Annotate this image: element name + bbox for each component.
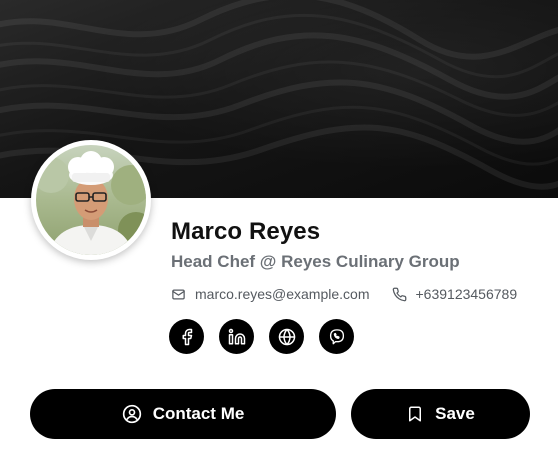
phone-text: +639123456789 bbox=[415, 286, 518, 302]
avatar-photo bbox=[36, 145, 146, 255]
user-circle-icon bbox=[122, 404, 141, 424]
viber-icon bbox=[329, 328, 344, 344]
contact-info: marco.reyes@example.com +639123456789 bbox=[171, 286, 517, 302]
email-item[interactable]: marco.reyes@example.com bbox=[171, 286, 370, 302]
profile-card: Marco Reyes Head Chef @ Reyes Culinary G… bbox=[0, 0, 558, 455]
avatar bbox=[31, 140, 151, 260]
contact-me-label: Contact Me bbox=[152, 404, 245, 423]
website-button[interactable] bbox=[269, 319, 304, 354]
contact-me-button[interactable]: Contact Me bbox=[30, 389, 336, 439]
phone-icon bbox=[392, 287, 406, 301]
phone-item[interactable]: +639123456789 bbox=[392, 286, 518, 302]
linkedin-icon bbox=[228, 328, 245, 344]
social-links bbox=[169, 319, 369, 354]
email-text: marco.reyes@example.com bbox=[195, 286, 370, 302]
facebook-button[interactable] bbox=[169, 319, 204, 354]
facebook-icon bbox=[182, 328, 192, 345]
save-button[interactable]: Save bbox=[351, 389, 530, 439]
globe-icon bbox=[278, 328, 295, 345]
save-label: Save bbox=[435, 404, 475, 423]
profile-title: Head Chef @ Reyes Culinary Group bbox=[171, 252, 460, 271]
viber-button[interactable] bbox=[319, 319, 354, 354]
mail-icon bbox=[172, 289, 185, 299]
profile-name: Marco Reyes bbox=[171, 218, 321, 245]
linkedin-button[interactable] bbox=[219, 319, 254, 354]
bookmark-icon bbox=[409, 406, 422, 422]
